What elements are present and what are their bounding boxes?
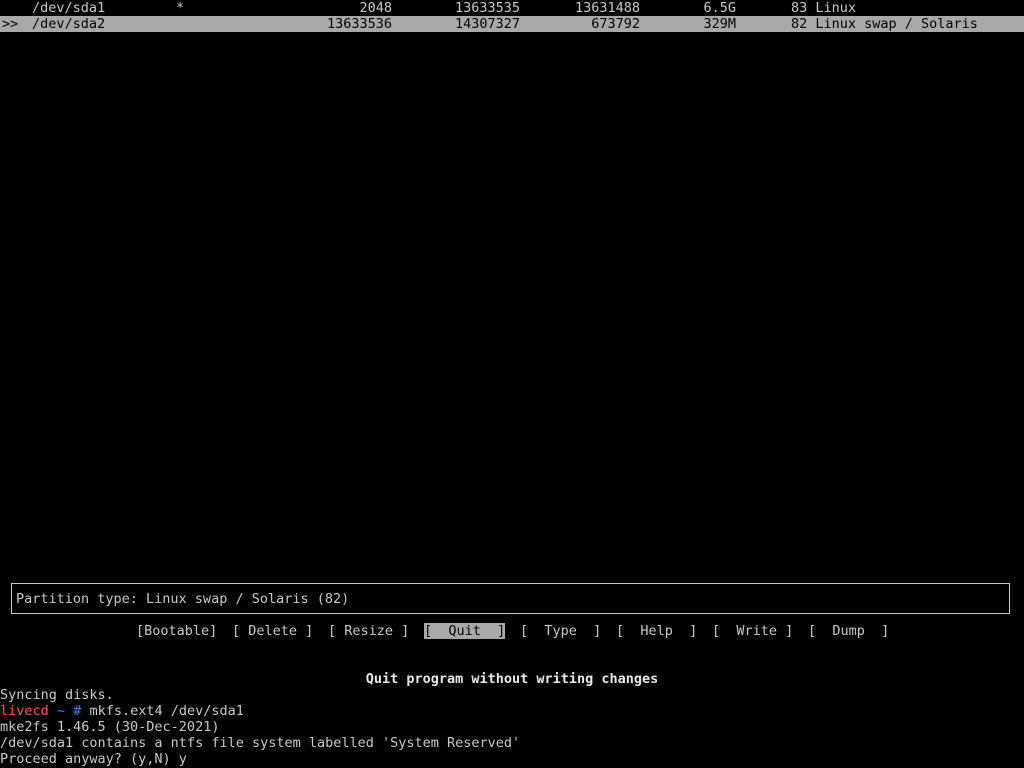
sector-count: 13631488 — [574, 0, 640, 16]
device-name: /dev/sda1 — [32, 0, 106, 16]
partition-id-type: 82 Linux swap / Solaris — [791, 16, 978, 32]
menu-resize-button[interactable]: [ Resize ] — [328, 623, 409, 639]
menu-write-button[interactable]: [ Write ] — [712, 623, 793, 639]
partition-size: 329M — [703, 16, 736, 32]
terminal-output-line: Syncing disks. — [0, 687, 114, 703]
partition-id-type: 83 Linux — [791, 0, 857, 16]
menu-bootable-button[interactable]: [Bootable] — [136, 623, 217, 639]
prompt-symbol: # — [73, 703, 82, 719]
partition-row-sda2[interactable]: >> /dev/sda2 13633536 14307327 673792 32… — [0, 16, 1024, 32]
terminal-prompt-line[interactable]: livecd ~ # mkfs.ext4 /dev/sda1 — [0, 703, 244, 719]
menu-quit-button[interactable]: [ Quit ] — [424, 623, 506, 639]
menu-hint-text: Quit program without writing changes — [365, 671, 659, 687]
prompt-directory: ~ — [56, 703, 66, 719]
boot-flag: * — [176, 0, 185, 16]
row-cursor: >> — [2, 16, 19, 32]
menu-delete-button[interactable]: [ Delete ] — [232, 623, 313, 639]
sector-count: 673792 — [591, 16, 640, 32]
terminal-output-line: /dev/sda1 contains a ntfs file system la… — [0, 735, 521, 751]
start-sector: 2048 — [359, 0, 392, 16]
terminal-command: mkfs.ext4 /dev/sda1 — [89, 703, 244, 719]
prompt-hostname: livecd — [0, 703, 49, 719]
partition-size: 6.5G — [703, 0, 736, 16]
start-sector: 13633536 — [326, 16, 392, 32]
terminal-screen: /dev/sda1 * 2048 13633535 13631488 6.5G … — [0, 0, 1024, 768]
partition-info-box: Partition type: Linux swap / Solaris (82… — [11, 583, 1010, 614]
terminal-output-line: mke2fs 1.46.5 (30-Dec-2021) — [0, 719, 220, 735]
device-name: /dev/sda2 — [32, 16, 106, 32]
partition-row-sda1[interactable]: /dev/sda1 * 2048 13633535 13631488 6.5G … — [0, 0, 1024, 16]
menu-help-button[interactable]: [ Help ] — [616, 623, 697, 639]
end-sector: 14307327 — [454, 16, 520, 32]
end-sector: 13633535 — [454, 0, 520, 16]
terminal-input-line[interactable]: Proceed anyway? (y,N) y — [0, 751, 187, 767]
menu-dump-button[interactable]: [ Dump ] — [808, 623, 889, 639]
partition-type-text: Partition type: Linux swap / Solaris (82… — [16, 591, 350, 607]
menu-type-button[interactable]: [ Type ] — [520, 623, 601, 639]
